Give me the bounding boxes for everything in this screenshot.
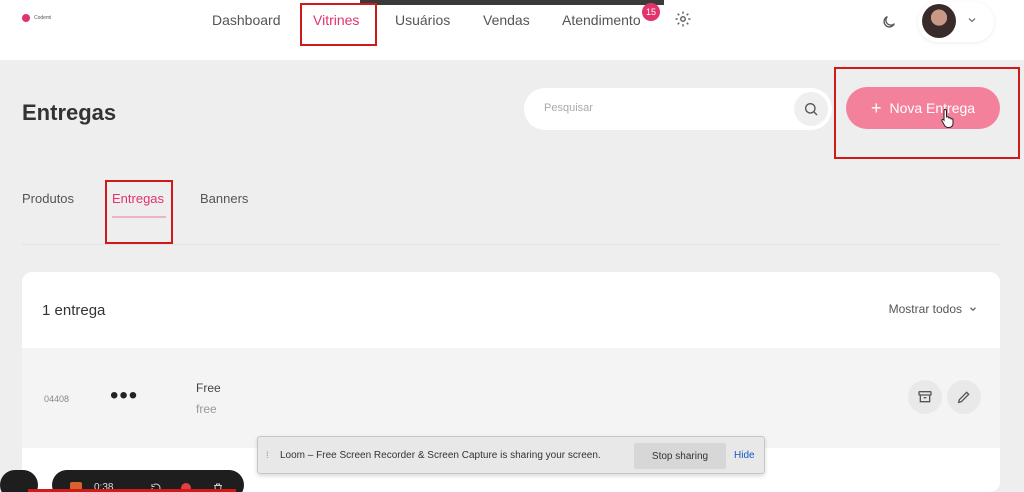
hide-link[interactable]: Hide xyxy=(734,450,755,461)
logo-text: Codemi xyxy=(34,15,52,21)
avatar xyxy=(922,4,956,38)
chevron-down-icon xyxy=(968,18,976,23)
search-icon xyxy=(805,103,818,116)
edit-button[interactable] xyxy=(947,380,981,414)
nav-vendas[interactable]: Vendas xyxy=(483,12,530,28)
top-strip xyxy=(360,0,664,5)
pencil-icon xyxy=(957,391,970,404)
drag-handle-icon[interactable]: ⁞ xyxy=(266,450,269,460)
search-button[interactable] xyxy=(794,92,828,126)
logo-mark xyxy=(22,14,30,22)
nav-dashboard[interactable]: Dashboard xyxy=(212,12,281,28)
tabs-divider xyxy=(22,244,1000,245)
tab-produtos[interactable]: Produtos xyxy=(22,191,74,206)
row-price: free xyxy=(196,402,217,416)
highlight-box-new-delivery xyxy=(834,67,1020,159)
top-nav-bar xyxy=(0,0,1024,60)
archive-icon xyxy=(918,391,932,403)
stop-sharing-button[interactable]: Stop sharing xyxy=(634,443,726,469)
search-input[interactable]: Pesquisar xyxy=(544,102,593,114)
moon-icon[interactable] xyxy=(881,14,897,30)
page-title: Entregas xyxy=(22,100,117,125)
table-row[interactable]: 04408 ••• Free free xyxy=(22,348,1000,448)
screen-share-notice: ⁞ Loom – Free Screen Recorder & Screen C… xyxy=(257,436,765,474)
row-name: Free xyxy=(196,381,221,395)
row-menu-button[interactable]: ••• xyxy=(110,382,138,410)
share-message: Loom – Free Screen Recorder & Screen Cap… xyxy=(280,450,601,461)
notification-badge: 15 xyxy=(642,3,660,21)
search-field[interactable]: Pesquisar xyxy=(524,88,832,130)
nav-atendimento[interactable]: Atendimento xyxy=(562,12,641,28)
user-menu[interactable] xyxy=(918,2,994,42)
highlight-box-entregas-tab xyxy=(105,180,173,244)
gear-icon[interactable] xyxy=(674,10,692,28)
chevron-down-icon xyxy=(970,307,976,312)
deliveries-count: 1 entrega xyxy=(42,302,106,319)
app-logo[interactable]: Codemi xyxy=(22,14,51,22)
highlight-box-vitrines xyxy=(300,3,377,46)
show-all-label: Mostrar todos xyxy=(888,302,962,316)
show-all-dropdown[interactable]: Mostrar todos xyxy=(889,302,978,316)
archive-button[interactable] xyxy=(908,380,942,414)
tab-banners[interactable]: Banners xyxy=(200,191,248,206)
nav-usuarios[interactable]: Usuários xyxy=(395,12,450,28)
row-id: 04408 xyxy=(44,394,70,404)
